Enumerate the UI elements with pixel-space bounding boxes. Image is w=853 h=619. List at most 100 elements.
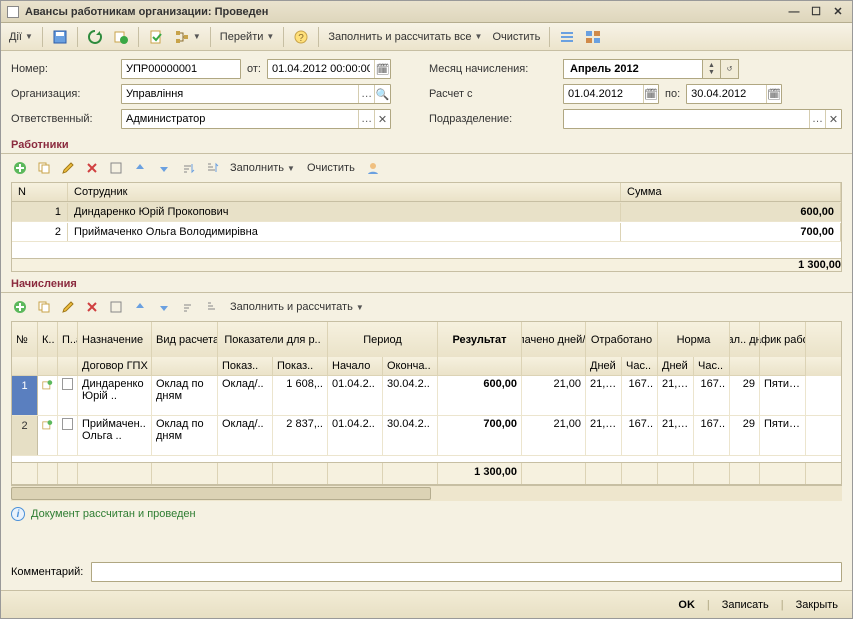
ellipsis-icon[interactable]: … — [358, 85, 374, 103]
checkbox[interactable] — [62, 418, 73, 430]
toggle-row-icon[interactable] — [105, 296, 127, 318]
actions-menu[interactable]: Дії▼ — [5, 26, 37, 48]
month-reset-icon[interactable]: ↺ — [721, 59, 739, 79]
number-field[interactable] — [121, 59, 241, 79]
col-pok2[interactable]: Показ.. — [273, 357, 328, 376]
report-icon-button[interactable] — [144, 26, 168, 48]
table-row[interactable]: 2 Приймачен.. Ольга .. Оклад по дням Окл… — [12, 416, 841, 456]
col-result[interactable]: Результат — [438, 322, 522, 358]
date-from-input[interactable] — [268, 60, 374, 78]
col-nor2[interactable]: Час.. — [694, 357, 730, 376]
resp-input[interactable] — [122, 110, 358, 128]
ellipsis-icon[interactable]: … — [809, 110, 825, 128]
close-window-button[interactable]: ✕ — [830, 5, 846, 19]
sort-desc-icon[interactable] — [201, 296, 223, 318]
clear-button[interactable]: Очистить — [488, 26, 544, 48]
number-input[interactable] — [122, 60, 240, 78]
col-sum[interactable]: Сумма — [621, 183, 841, 201]
col-schedule[interactable]: График работы — [760, 322, 806, 358]
delete-row-icon[interactable] — [81, 157, 103, 179]
col-otr2[interactable]: Час.. — [622, 357, 658, 376]
dept-input[interactable] — [564, 110, 809, 128]
accruals-fill-button[interactable]: Заполнить и рассчитать▼ — [225, 297, 369, 317]
checkbox[interactable] — [62, 378, 73, 390]
table-row[interactable]: 2 Приймаченко Ольга Володимирівна 700,00 — [12, 222, 841, 242]
view-tree-icon[interactable] — [581, 26, 605, 48]
calendar-icon[interactable]: 🗓 — [643, 85, 658, 103]
comment-input[interactable] — [92, 563, 841, 581]
copy-row-icon[interactable] — [33, 157, 55, 179]
fill-calc-all-button[interactable]: Заполнить и рассчитать все▼ — [324, 26, 486, 48]
month-field[interactable]: Апрель 2012 ▲▼ ↺ — [563, 59, 842, 79]
clear-icon[interactable]: ✕ — [374, 110, 390, 128]
col-norm-group[interactable]: Норма — [658, 322, 730, 358]
ok-button[interactable]: OK — [678, 599, 695, 611]
sort-asc-icon[interactable] — [177, 157, 199, 179]
add-row-icon[interactable] — [9, 296, 31, 318]
col-vid[interactable]: Вид расчета — [152, 322, 218, 358]
row-number[interactable]: 2 — [12, 416, 38, 455]
date-from-field[interactable]: 🗓 — [267, 59, 391, 79]
move-down-icon[interactable] — [153, 296, 175, 318]
close-button[interactable]: Закрыть — [796, 599, 838, 611]
minimize-button[interactable]: — — [786, 5, 802, 19]
delete-row-icon[interactable] — [81, 296, 103, 318]
org-input[interactable] — [122, 85, 358, 103]
post-icon-button[interactable] — [109, 26, 133, 48]
row-number[interactable]: 1 — [12, 376, 38, 415]
col-num[interactable]: № — [12, 322, 38, 358]
col-pok1[interactable]: Показ.. — [218, 357, 273, 376]
col-k[interactable]: К.. — [38, 322, 58, 358]
resp-field[interactable]: … ✕ — [121, 109, 391, 129]
add-row-icon[interactable] — [9, 157, 31, 179]
col-worked-group[interactable]: Отработано — [586, 322, 658, 358]
col-employee[interactable]: Сотрудник — [68, 183, 621, 201]
write-button[interactable]: Записать — [722, 599, 769, 611]
col-dog[interactable]: Договор ГПХ — [78, 357, 152, 376]
sort-desc-icon[interactable] — [201, 157, 223, 179]
col-period-group[interactable]: Период — [328, 322, 438, 358]
help-icon-button[interactable]: ? — [289, 26, 313, 48]
col-per2[interactable]: Оконча.. — [383, 357, 438, 376]
horizontal-scrollbar[interactable] — [11, 485, 842, 501]
col-n[interactable]: N — [12, 183, 68, 201]
person-icon[interactable] — [362, 157, 384, 179]
col-pok-group[interactable]: Показатели для р.. — [218, 322, 328, 358]
maximize-button[interactable]: ☐ — [808, 5, 824, 19]
clear-icon[interactable]: ✕ — [825, 110, 841, 128]
edit-row-icon[interactable] — [57, 296, 79, 318]
open-icon[interactable]: 🔍 — [374, 85, 390, 103]
col-p[interactable]: П..а.. — [58, 322, 78, 358]
calc-to-input[interactable] — [687, 85, 766, 103]
refresh-icon-button[interactable] — [83, 26, 107, 48]
workers-fill-button[interactable]: Заполнить▼ — [225, 158, 300, 178]
table-row[interactable]: 1 Диндаренко Юрій .. Оклад по дням Оклад… — [12, 376, 841, 416]
calc-from-input[interactable] — [564, 85, 643, 103]
structure-icon-button[interactable]: ▼ — [170, 26, 205, 48]
goto-menu[interactable]: Перейти▼ — [216, 26, 279, 48]
calc-to-field[interactable]: 🗓 — [686, 84, 782, 104]
table-row[interactable]: 1 Диндаренко Юрій Прокопович 600,00 — [12, 202, 841, 222]
comment-field[interactable] — [91, 562, 842, 582]
calc-from-field[interactable]: 🗓 — [563, 84, 659, 104]
dept-field[interactable]: … ✕ — [563, 109, 842, 129]
month-spinner[interactable]: ▲▼ — [703, 59, 721, 79]
workers-clear-button[interactable]: Очистить — [302, 158, 360, 178]
calendar-icon[interactable]: 🗓 — [374, 60, 390, 78]
sort-asc-icon[interactable] — [177, 296, 199, 318]
move-up-icon[interactable] — [129, 296, 151, 318]
toggle-row-icon[interactable] — [105, 157, 127, 179]
org-field[interactable]: … 🔍 — [121, 84, 391, 104]
view-list-icon[interactable] — [555, 26, 579, 48]
copy-row-icon[interactable] — [33, 296, 55, 318]
calendar-icon[interactable]: 🗓 — [766, 85, 781, 103]
edit-row-icon[interactable] — [57, 157, 79, 179]
col-per1[interactable]: Начало — [328, 357, 383, 376]
move-down-icon[interactable] — [153, 157, 175, 179]
ellipsis-icon[interactable]: … — [358, 110, 374, 128]
col-naz[interactable]: Назначение — [78, 322, 152, 358]
move-up-icon[interactable] — [129, 157, 151, 179]
col-paid[interactable]: Оплачено дней/ча.. — [522, 322, 586, 358]
save-icon-button[interactable] — [48, 26, 72, 48]
col-caldays[interactable]: Кал.. дни — [730, 322, 760, 358]
